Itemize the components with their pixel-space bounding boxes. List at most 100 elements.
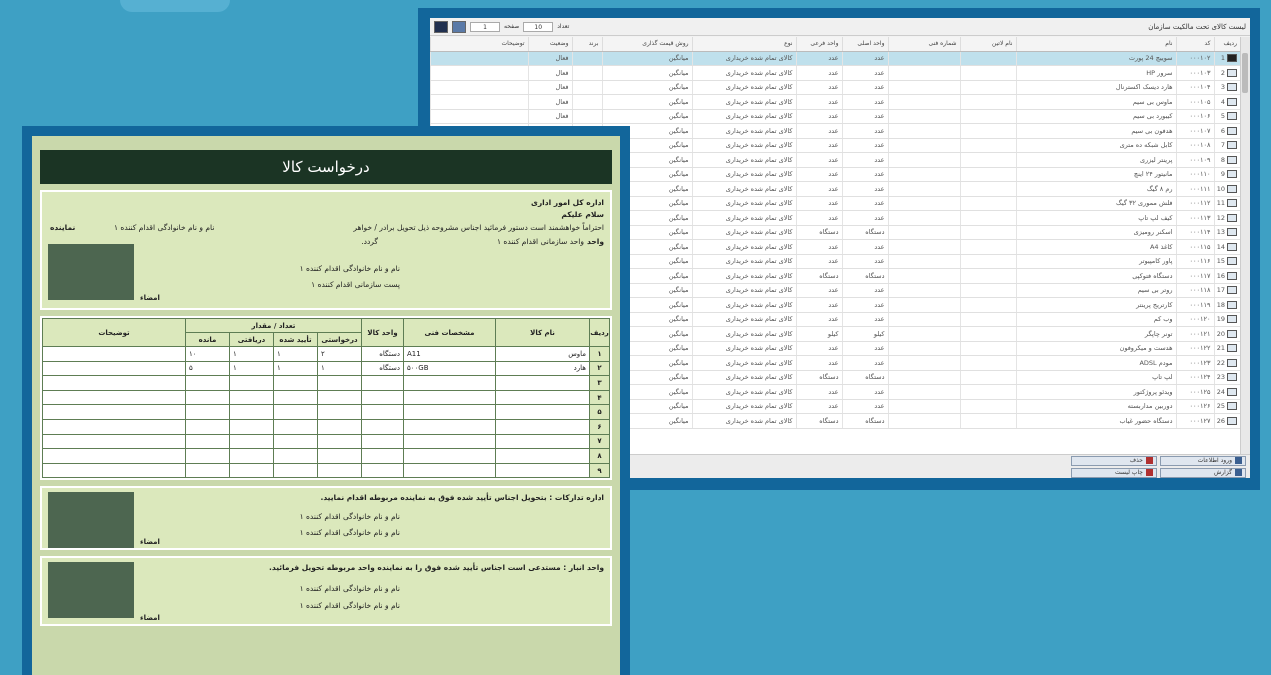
row-selector-icon[interactable]	[1227, 387, 1237, 396]
row-selector-icon[interactable]	[1227, 112, 1237, 121]
item-cell-rec[interactable]	[229, 418, 274, 435]
list-row[interactable]: 2 ۰۰۰۱۰۳ سرور HP عدد عدد کالای تمام شده خریدا…	[430, 65, 1240, 81]
list-col-header[interactable]: نام لاتین	[959, 37, 1016, 52]
unit-value[interactable]: واحد سازمانی اقدام کننده ۱	[497, 237, 584, 246]
item-cell-req[interactable]: ۱	[317, 360, 362, 377]
row-selector-icon[interactable]	[1227, 170, 1237, 179]
item-cell-rem[interactable]	[184, 389, 231, 406]
item-cell-rec[interactable]	[229, 404, 274, 420]
row-selector-icon[interactable]	[1227, 184, 1237, 193]
grid-view-icon[interactable]	[452, 20, 466, 33]
item-cell-app[interactable]	[273, 448, 318, 464]
row-selector-icon[interactable]	[1227, 315, 1237, 324]
row-selector-icon[interactable]	[1227, 68, 1237, 77]
item-cell-rec[interactable]	[229, 389, 274, 406]
item-cell-notes[interactable]	[42, 462, 186, 479]
list-col-header[interactable]: روش قیمت گذاری	[601, 37, 692, 52]
item-cell-spec[interactable]	[403, 404, 496, 420]
item-cell-name[interactable]: ماوس	[495, 346, 590, 362]
item-cell-name[interactable]	[495, 389, 590, 406]
item-cell-notes[interactable]	[42, 404, 186, 420]
row-selector-icon[interactable]	[1227, 126, 1237, 135]
row-selector-icon[interactable]	[1227, 257, 1237, 266]
item-cell-rem[interactable]	[184, 462, 231, 479]
row-selector-icon[interactable]	[1227, 54, 1237, 63]
item-cell-unit[interactable]	[361, 418, 404, 435]
item-cell-app[interactable]: ۱	[273, 346, 318, 362]
item-cell-notes[interactable]	[42, 346, 186, 362]
list-col-header[interactable]: کد	[1175, 37, 1214, 52]
item-cell-name[interactable]	[495, 462, 590, 479]
row-selector-icon[interactable]	[1227, 402, 1237, 411]
row-selector-icon[interactable]	[1227, 141, 1237, 150]
item-cell-unit[interactable]	[361, 433, 404, 450]
item-cell-unit[interactable]	[361, 375, 404, 391]
item-cell-app[interactable]	[273, 389, 318, 406]
scrollbar-thumb[interactable]	[1242, 53, 1248, 93]
list-col-header[interactable]: نام	[1015, 37, 1176, 52]
list-col-header[interactable]: توضیحات	[430, 37, 528, 52]
item-cell-rec[interactable]	[229, 433, 274, 450]
item-cell-notes[interactable]	[42, 448, 186, 464]
item-cell-notes[interactable]	[42, 360, 186, 377]
list-col-header[interactable]: نوع	[691, 37, 796, 52]
list-col-header[interactable]: ردیف	[1213, 37, 1240, 52]
item-cell-unit[interactable]: دستگاه	[361, 346, 404, 362]
delete-button[interactable]: حذف	[1071, 455, 1157, 466]
list-col-header[interactable]: واحد فرعی	[795, 37, 842, 52]
item-cell-req[interactable]: ۲	[317, 346, 362, 362]
item-cell-notes[interactable]	[42, 418, 186, 435]
item-cell-unit[interactable]	[361, 404, 404, 420]
item-cell-req[interactable]	[317, 375, 362, 391]
row-selector-icon[interactable]	[1227, 155, 1237, 164]
item-cell-name[interactable]	[495, 418, 590, 435]
item-cell-spec[interactable]	[403, 375, 496, 391]
list-col-header[interactable]: برند	[571, 37, 602, 52]
item-cell-rem[interactable]	[184, 418, 231, 435]
goods-list-scrollbar[interactable]	[1240, 37, 1250, 455]
item-cell-name[interactable]	[495, 404, 590, 420]
item-cell-notes[interactable]	[42, 375, 186, 391]
row-selector-icon[interactable]	[1227, 344, 1237, 353]
row-selector-icon[interactable]	[1227, 286, 1237, 295]
item-cell-req[interactable]	[317, 404, 362, 420]
item-cell-name[interactable]: هارد	[495, 360, 590, 377]
item-cell-rec[interactable]	[229, 375, 274, 391]
item-cell-notes[interactable]	[42, 433, 186, 450]
item-cell-req[interactable]	[317, 433, 362, 450]
item-cell-name[interactable]	[495, 448, 590, 464]
page-count-field[interactable]: 10	[523, 21, 554, 32]
item-cell-spec[interactable]	[403, 448, 496, 464]
item-cell-rec[interactable]	[229, 462, 274, 479]
data-entry-button[interactable]: ورود اطلاعات	[1160, 455, 1246, 466]
item-cell-req[interactable]	[317, 418, 362, 435]
signature-box-3[interactable]	[48, 562, 134, 619]
report-button[interactable]: گزارش	[1160, 467, 1246, 478]
item-cell-req[interactable]	[317, 462, 362, 479]
list-row[interactable]: 3 ۰۰۰۱۰۴ هارد دیسک اکسترنال عدد عدد کالای تما…	[430, 80, 1240, 95]
item-cell-app[interactable]	[273, 404, 318, 420]
row-selector-icon[interactable]	[1227, 373, 1237, 382]
item-cell-rem[interactable]	[184, 404, 231, 420]
requester-name[interactable]: نام و نام خانوادگی اقدام کننده ۱	[114, 223, 214, 232]
item-cell-rem[interactable]	[184, 375, 231, 391]
row-selector-icon[interactable]	[1227, 242, 1237, 251]
item-cell-req[interactable]	[317, 389, 362, 406]
item-cell-unit[interactable]	[361, 389, 404, 406]
item-cell-name[interactable]	[495, 433, 590, 450]
item-cell-name[interactable]	[495, 375, 590, 391]
item-cell-rec[interactable]: ۱	[229, 360, 274, 377]
item-cell-unit[interactable]	[361, 448, 404, 464]
print-list-button[interactable]: چاپ لیست	[1071, 467, 1157, 478]
item-cell-rec[interactable]	[229, 448, 274, 464]
item-cell-spec[interactable]	[403, 462, 496, 479]
item-cell-spec[interactable]	[403, 389, 496, 406]
list-col-header[interactable]: شماره فنی	[887, 37, 960, 52]
item-cell-app[interactable]	[273, 375, 318, 391]
row-selector-icon[interactable]	[1227, 213, 1237, 222]
item-cell-rem[interactable]	[184, 448, 231, 464]
item-cell-unit[interactable]	[361, 462, 404, 479]
item-cell-unit[interactable]: دستگاه	[361, 360, 404, 377]
row-selector-icon[interactable]	[1227, 416, 1237, 425]
list-row[interactable]: 1 ۰۰۰۱۰۲ سوییچ 24 پورت عدد عدد کالای تمام شده…	[430, 51, 1240, 66]
